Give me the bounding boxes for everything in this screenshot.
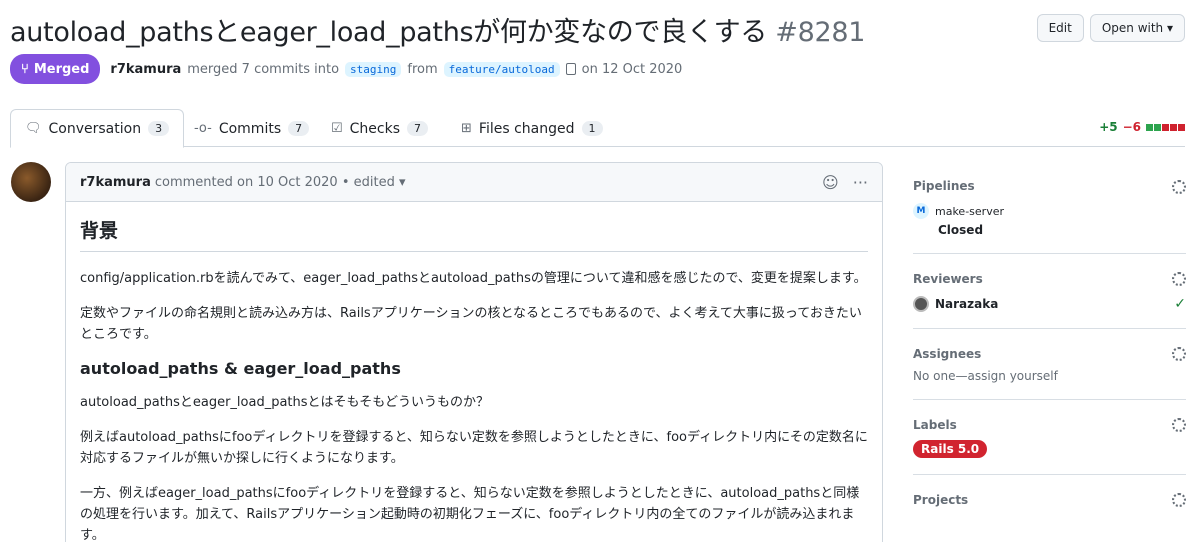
merged-text: merged 7 commits into (187, 61, 340, 77)
sidebar-projects: Projects (913, 475, 1186, 523)
comment-paragraph: autoload_pathsとeager_load_pathsとはそもそもどうい… (80, 395, 490, 410)
diffstat-block (1162, 123, 1169, 131)
sidebar-title: Reviewers (913, 272, 983, 286)
tab-files-changed[interactable]: ⊞ Files changed 1 (447, 109, 617, 148)
comment-meta[interactable]: commented on 10 Oct 2020 • edited ▾ (155, 175, 406, 190)
diffstat-block (1170, 123, 1177, 131)
assign-yourself-link[interactable]: No one—assign yourself (913, 369, 1186, 383)
kebab-horizontal-icon[interactable]: ··· (853, 173, 868, 192)
pipeline-badge: M (913, 203, 929, 219)
tab-counter: 3 (148, 121, 170, 136)
comment: r7kamura commented on 10 Oct 2020 • edit… (65, 162, 883, 542)
sidebar: Pipelines M make-server Closed Reviewers… (913, 162, 1186, 523)
checklist-icon: ☑ (331, 121, 343, 136)
pr-tabs: 🗨 Conversation 3 -o- Commits 7 ☑ Checks … (10, 109, 1185, 148)
tab-checks[interactable]: ☑ Checks 7 (317, 109, 442, 148)
diffstat-block (1154, 123, 1161, 131)
pr-meta: ⑂ Merged r7kamura merged 7 commits into … (10, 54, 682, 84)
sidebar-title: Projects (913, 493, 969, 507)
tab-label: Files changed (478, 120, 575, 137)
gear-icon[interactable] (1172, 493, 1186, 507)
reviewer-avatar (913, 296, 929, 312)
comment-header: r7kamura commented on 10 Oct 2020 • edit… (66, 163, 882, 202)
comment-author-link[interactable]: r7kamura (80, 175, 151, 190)
diffstat: +5 −6 (1099, 120, 1185, 134)
label-badge[interactable]: Rails 5.0 (913, 440, 988, 458)
tab-counter: 7 (407, 121, 429, 136)
tab-conversation[interactable]: 🗨 Conversation 3 (10, 109, 185, 148)
sidebar-title: Assignees (913, 347, 982, 361)
gear-icon[interactable] (1172, 347, 1186, 361)
comment-discussion-icon: 🗨 (25, 121, 42, 136)
merge-icon: ⑂ (21, 61, 29, 77)
comment-paragraph: 例えばautoload_pathsにfooディレクトリを登録すると、知らない定数… (80, 430, 868, 466)
comment-heading: 背景 (80, 216, 868, 252)
comment-actions: ☺ ··· (822, 173, 868, 192)
avatar[interactable] (11, 162, 51, 202)
pipeline-item[interactable]: M make-server (913, 203, 1186, 219)
sidebar-labels: Labels Rails 5.0 (913, 400, 1186, 475)
tab-label: Commits (218, 120, 282, 137)
head-branch[interactable]: feature/autoload (443, 61, 560, 77)
tab-counter: 7 (288, 121, 310, 136)
gear-icon[interactable] (1172, 180, 1186, 194)
edit-button[interactable]: Edit (1036, 14, 1084, 42)
sidebar-reviewers: Reviewers Narazaka ✓ (913, 254, 1186, 329)
diffstat-blocks (1146, 123, 1185, 131)
merge-date: on 12 Oct 2020 (581, 61, 683, 77)
commit-icon: -o- (194, 121, 212, 136)
tab-label: Conversation (48, 120, 142, 137)
pr-title: autoload_pathsとeager_load_pathsが何か変なので良く… (10, 10, 865, 49)
open-with-button[interactable]: Open with ▾ (1089, 14, 1185, 42)
base-branch[interactable]: staging (345, 61, 402, 77)
sidebar-assignees: Assignees No one—assign yourself (913, 329, 1186, 400)
sidebar-title: Pipelines (913, 179, 975, 193)
diffstat-block (1146, 123, 1153, 131)
tab-counter: 1 (581, 121, 603, 136)
merged-badge: ⑂ Merged (10, 54, 101, 84)
comment-subheading: autoload_paths & eager_load_paths (80, 359, 401, 378)
gear-icon[interactable] (1172, 272, 1186, 286)
deletions-count: −6 (1122, 120, 1141, 134)
reviewer-item[interactable]: Narazaka ✓ (913, 296, 1186, 312)
comment-paragraph: config/application.rbを読んでみて、eager_load_p… (80, 271, 867, 286)
from-text: from (407, 61, 438, 77)
pipeline-status: Closed (938, 223, 984, 237)
pr-number: #8281 (775, 17, 866, 48)
smiley-icon[interactable]: ☺ (822, 173, 839, 192)
tab-commits[interactable]: -o- Commits 7 (180, 109, 323, 148)
header-actions: Edit Open with ▾ (1036, 14, 1185, 42)
sidebar-pipelines: Pipelines M make-server Closed (913, 162, 1186, 254)
diffstat-block (1178, 123, 1185, 131)
comment-paragraph: 一方、例えばeager_load_pathsにfooディレクトリを登録すると、知… (80, 486, 860, 542)
pipeline-name: make-server (935, 204, 1004, 218)
file-diff-icon: ⊞ (461, 121, 472, 136)
copy-icon[interactable] (565, 63, 576, 75)
pr-title-text: autoload_pathsとeager_load_pathsが何か変なので良く… (10, 17, 767, 48)
additions-count: +5 (1099, 120, 1118, 134)
tab-label: Checks (349, 120, 401, 137)
check-icon: ✓ (1174, 296, 1186, 312)
pr-author-link[interactable]: r7kamura (110, 62, 181, 77)
reviewer-name: Narazaka (935, 297, 999, 311)
comment-body: 背景 config/application.rbを読んでみて、eager_loa… (66, 202, 882, 542)
comment-paragraph: 定数やファイルの命名規則と読み込み方は、Railsアプリケーションの核となるとこ… (80, 306, 862, 342)
gear-icon[interactable] (1172, 418, 1186, 432)
sidebar-title: Labels (913, 418, 957, 432)
merged-badge-label: Merged (33, 61, 90, 77)
